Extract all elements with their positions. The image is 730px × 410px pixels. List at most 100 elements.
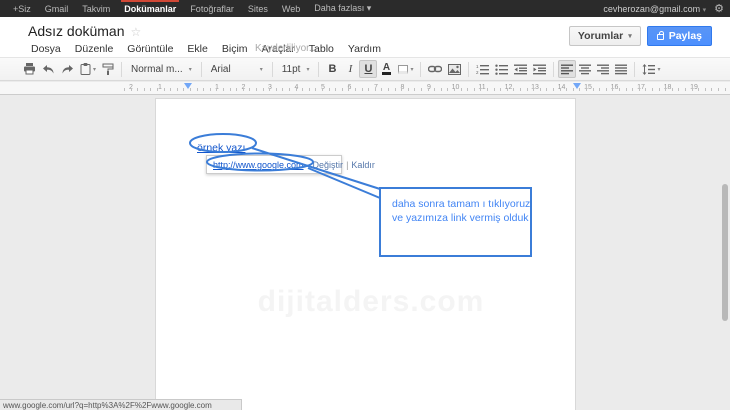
callout-line-2: ve yazımıza link vermiş olduk <box>392 211 530 225</box>
callout-box: daha sonra tamam ı tıklıyoruz ve yazımız… <box>379 187 532 257</box>
ruler-tick <box>705 88 706 91</box>
menu-biçim[interactable]: Biçim <box>215 41 255 57</box>
ruler-tick <box>408 88 409 91</box>
decrease-indent-button[interactable] <box>511 60 530 78</box>
toolbar-separator <box>272 62 273 77</box>
topnav-item-fotoğraflar[interactable]: Fotoğraflar <box>183 0 241 17</box>
toolbar-separator <box>420 62 421 77</box>
italic-button[interactable]: I <box>341 60 359 78</box>
ruler-tick <box>586 88 587 91</box>
numbered-list-button[interactable]: 12 <box>473 60 492 78</box>
undo-button[interactable] <box>39 60 58 78</box>
align-center-button[interactable] <box>576 60 594 78</box>
underline-button[interactable]: U <box>359 60 377 78</box>
line-spacing-button[interactable]: ▾ <box>639 60 663 78</box>
comments-button[interactable]: Yorumlar ▾ <box>569 26 641 46</box>
web-clipboard-button[interactable]: ▾ <box>77 60 99 78</box>
bold-label: B <box>328 63 336 75</box>
menu-ekle[interactable]: Ekle <box>180 41 214 57</box>
align-left-button[interactable] <box>558 60 576 78</box>
document-title[interactable]: Adsız doküman <box>28 23 125 39</box>
ruler-tick <box>368 88 369 91</box>
topnav-item-dahafazlası[interactable]: Daha fazlası ▾ <box>307 0 378 17</box>
gear-icon[interactable]: ⚙ <box>714 2 724 15</box>
ruler-tick <box>645 88 646 91</box>
toolbar-separator <box>468 62 469 77</box>
ruler-tick <box>355 88 356 91</box>
bulleted-list-button[interactable] <box>492 60 511 78</box>
ruler-tick <box>289 88 290 91</box>
bubble-divider: | <box>346 160 348 170</box>
toolbar-separator <box>201 62 202 77</box>
bubble-url-link[interactable]: http://www.google.com <box>213 160 304 170</box>
increase-indent-button[interactable] <box>530 60 549 78</box>
redo-button[interactable] <box>58 60 77 78</box>
document-title-row: Adsız doküman ☆ <box>28 23 141 39</box>
ruler-tick <box>124 88 125 91</box>
topnav-item-dokümanlar[interactable]: Dokümanlar <box>117 0 183 17</box>
ruler-tick <box>652 88 653 91</box>
ruler-tick <box>672 88 673 91</box>
ruler-tick <box>447 88 448 91</box>
menu-düzenle[interactable]: Düzenle <box>68 41 121 57</box>
align-right-button[interactable] <box>594 60 612 78</box>
star-icon[interactable]: ☆ <box>131 25 142 39</box>
toolbar-separator <box>634 62 635 77</box>
svg-text:2: 2 <box>476 70 479 75</box>
left-margin-marker[interactable] <box>184 83 192 89</box>
styles-dropdown[interactable]: Normal m... ▾ <box>126 60 197 78</box>
right-margin-marker[interactable] <box>573 83 581 89</box>
insert-image-button[interactable] <box>445 60 464 78</box>
ruler-tick <box>414 88 415 91</box>
ruler-tick <box>692 88 693 91</box>
toolbar-separator <box>553 62 554 77</box>
ruler-tick <box>256 88 257 91</box>
ruler-tick <box>329 88 330 91</box>
bold-button[interactable]: B <box>323 60 341 78</box>
ruler-tick <box>626 88 627 91</box>
svg-text:1: 1 <box>476 64 479 69</box>
bubble-edit-link[interactable]: Değiştir <box>313 160 344 170</box>
ruler-tick <box>513 88 514 91</box>
menu-dosya[interactable]: Dosya <box>24 41 68 57</box>
print-button[interactable] <box>20 60 39 78</box>
ruler-tick <box>487 88 488 91</box>
ruler-tick <box>375 88 376 91</box>
ruler-tick <box>480 88 481 91</box>
account-menu[interactable]: cevherozan@gmail.com ▾ <box>603 4 706 14</box>
bubble-dash: - <box>307 160 310 170</box>
menu-görüntüle[interactable]: Görüntüle <box>120 41 180 57</box>
ruler-tick <box>467 88 468 91</box>
status-url-bar: www.google.com/url?q=http%3A%2F%2Fwww.go… <box>0 399 242 410</box>
text-color-button[interactable]: A <box>377 60 395 78</box>
font-size-dropdown[interactable]: 11pt ▾ <box>277 60 315 78</box>
google-services-bar: +SizGmailTakvimDokümanlarFotoğraflarSite… <box>0 0 730 17</box>
ruler-tick <box>302 88 303 91</box>
document-header: Adsız doküman ☆ DosyaDüzenleGörüntüleEkle… <box>0 17 730 57</box>
ruler-tick <box>131 88 132 91</box>
toolbar-separator <box>121 62 122 77</box>
topnav-item-web[interactable]: Web <box>275 0 307 17</box>
ruler-tick <box>527 88 528 91</box>
insert-link-button[interactable] <box>425 60 445 78</box>
menu-yardım[interactable]: Yardım <box>341 41 388 57</box>
bubble-remove-link[interactable]: Kaldır <box>351 160 375 170</box>
ruler[interactable]: 2112345678910111213141516171819 <box>0 82 730 95</box>
font-dropdown[interactable]: Arial ▾ <box>206 60 268 78</box>
ruler-tick <box>157 88 158 91</box>
ruler-tick <box>282 88 283 91</box>
share-button[interactable]: Paylaş <box>647 26 712 46</box>
topnav-item-sites[interactable]: Sites <box>241 0 275 17</box>
services-nav: +SizGmailTakvimDokümanlarFotoğraflarSite… <box>0 0 378 17</box>
document-link-text[interactable]: örnek yazı <box>197 142 245 154</box>
topnav-item-gmail[interactable]: Gmail <box>38 0 76 17</box>
ruler-tick <box>144 88 145 91</box>
paint-format-button[interactable] <box>99 60 117 78</box>
highlight-color-button[interactable]: ▾ <box>395 60 416 78</box>
topnav-item-plussiz[interactable]: +Siz <box>6 0 38 17</box>
topnav-item-takvim[interactable]: Takvim <box>75 0 117 17</box>
ruler-tick <box>137 88 138 91</box>
vertical-scrollbar-thumb[interactable] <box>722 184 728 321</box>
ruler-tick <box>454 88 455 91</box>
align-justify-button[interactable] <box>612 60 630 78</box>
